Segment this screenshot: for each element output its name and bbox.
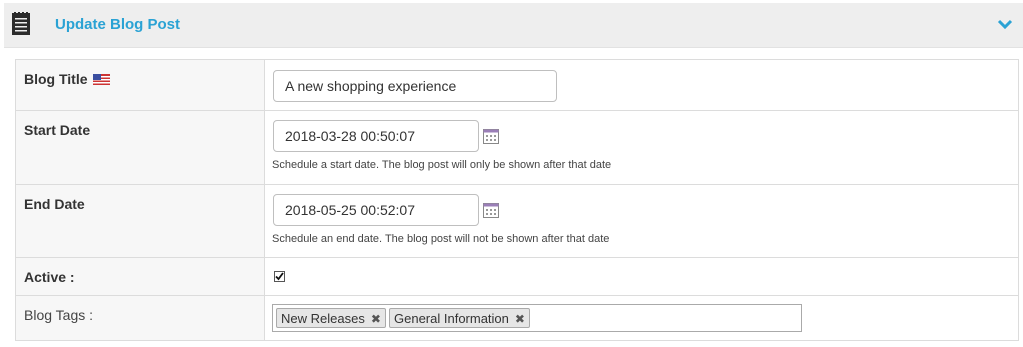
blog-title-label: Blog Title bbox=[24, 71, 88, 87]
start-date-field-cell: 2018-03-28 00:50:07 Schedule a start dat… bbox=[265, 111, 1018, 184]
notepad-icon bbox=[12, 12, 30, 35]
page-title: Update Blog Post bbox=[55, 16, 181, 33]
start-date-label: Start Date bbox=[24, 122, 91, 138]
update-blog-post-panel: Update Blog Post Blog Title A new shoppi… bbox=[4, 3, 1023, 347]
end-date-field-cell: 2018-05-25 00:52:07 Schedule an end date… bbox=[265, 185, 1018, 257]
blog-title-input[interactable]: A new shopping experience bbox=[273, 70, 557, 102]
blog-post-form: Blog Title A new shopping experience Sta… bbox=[15, 59, 1019, 341]
end-date-input[interactable]: 2018-05-25 00:52:07 bbox=[273, 194, 479, 226]
blog-tags-field-cell: New Releases ✖ General Information ✖ bbox=[265, 296, 1018, 340]
blog-tags-row: Blog Tags : New Releases ✖ General Inform… bbox=[16, 296, 1018, 340]
remove-tag-icon[interactable]: ✖ bbox=[371, 312, 381, 326]
end-date-hint: Schedule an end date. The blog post will… bbox=[272, 233, 610, 245]
active-field-cell bbox=[265, 258, 1018, 295]
start-date-label-cell: Start Date bbox=[16, 111, 265, 184]
tag-chip: New Releases ✖ bbox=[276, 308, 386, 328]
end-date-label: End Date bbox=[24, 196, 85, 212]
chevron-down-icon[interactable] bbox=[997, 17, 1013, 31]
blog-tags-label-cell: Blog Tags : bbox=[16, 296, 265, 340]
tag-label: General Information bbox=[394, 311, 509, 326]
active-checkbox[interactable] bbox=[274, 271, 285, 282]
checkmark-icon bbox=[275, 272, 284, 281]
blog-title-row: Blog Title A new shopping experience bbox=[16, 60, 1018, 111]
active-label: Active : bbox=[24, 269, 75, 285]
calendar-icon[interactable] bbox=[483, 129, 499, 144]
blog-tags-input[interactable]: New Releases ✖ General Information ✖ bbox=[272, 304, 802, 332]
end-date-row: End Date 2018-05-25 00:52:07 Schedule an… bbox=[16, 185, 1018, 258]
start-date-hint: Schedule a start date. The blog post wil… bbox=[272, 159, 612, 171]
start-date-row: Start Date 2018-03-28 00:50:07 Schedule … bbox=[16, 111, 1018, 185]
remove-tag-icon[interactable]: ✖ bbox=[515, 312, 525, 326]
start-date-input[interactable]: 2018-03-28 00:50:07 bbox=[273, 120, 479, 152]
blog-title-label-cell: Blog Title bbox=[16, 60, 265, 110]
end-date-label-cell: End Date bbox=[16, 185, 265, 257]
blog-title-field-cell: A new shopping experience bbox=[265, 60, 1018, 110]
us-flag-icon bbox=[93, 74, 111, 85]
tag-label: New Releases bbox=[281, 311, 365, 326]
active-label-cell: Active : bbox=[16, 258, 265, 295]
blog-tags-label: Blog Tags : bbox=[24, 307, 94, 323]
calendar-icon[interactable] bbox=[483, 203, 499, 218]
active-row: Active : bbox=[16, 258, 1018, 296]
tag-chip: General Information ✖ bbox=[389, 308, 530, 328]
panel-header[interactable]: Update Blog Post bbox=[4, 3, 1023, 48]
